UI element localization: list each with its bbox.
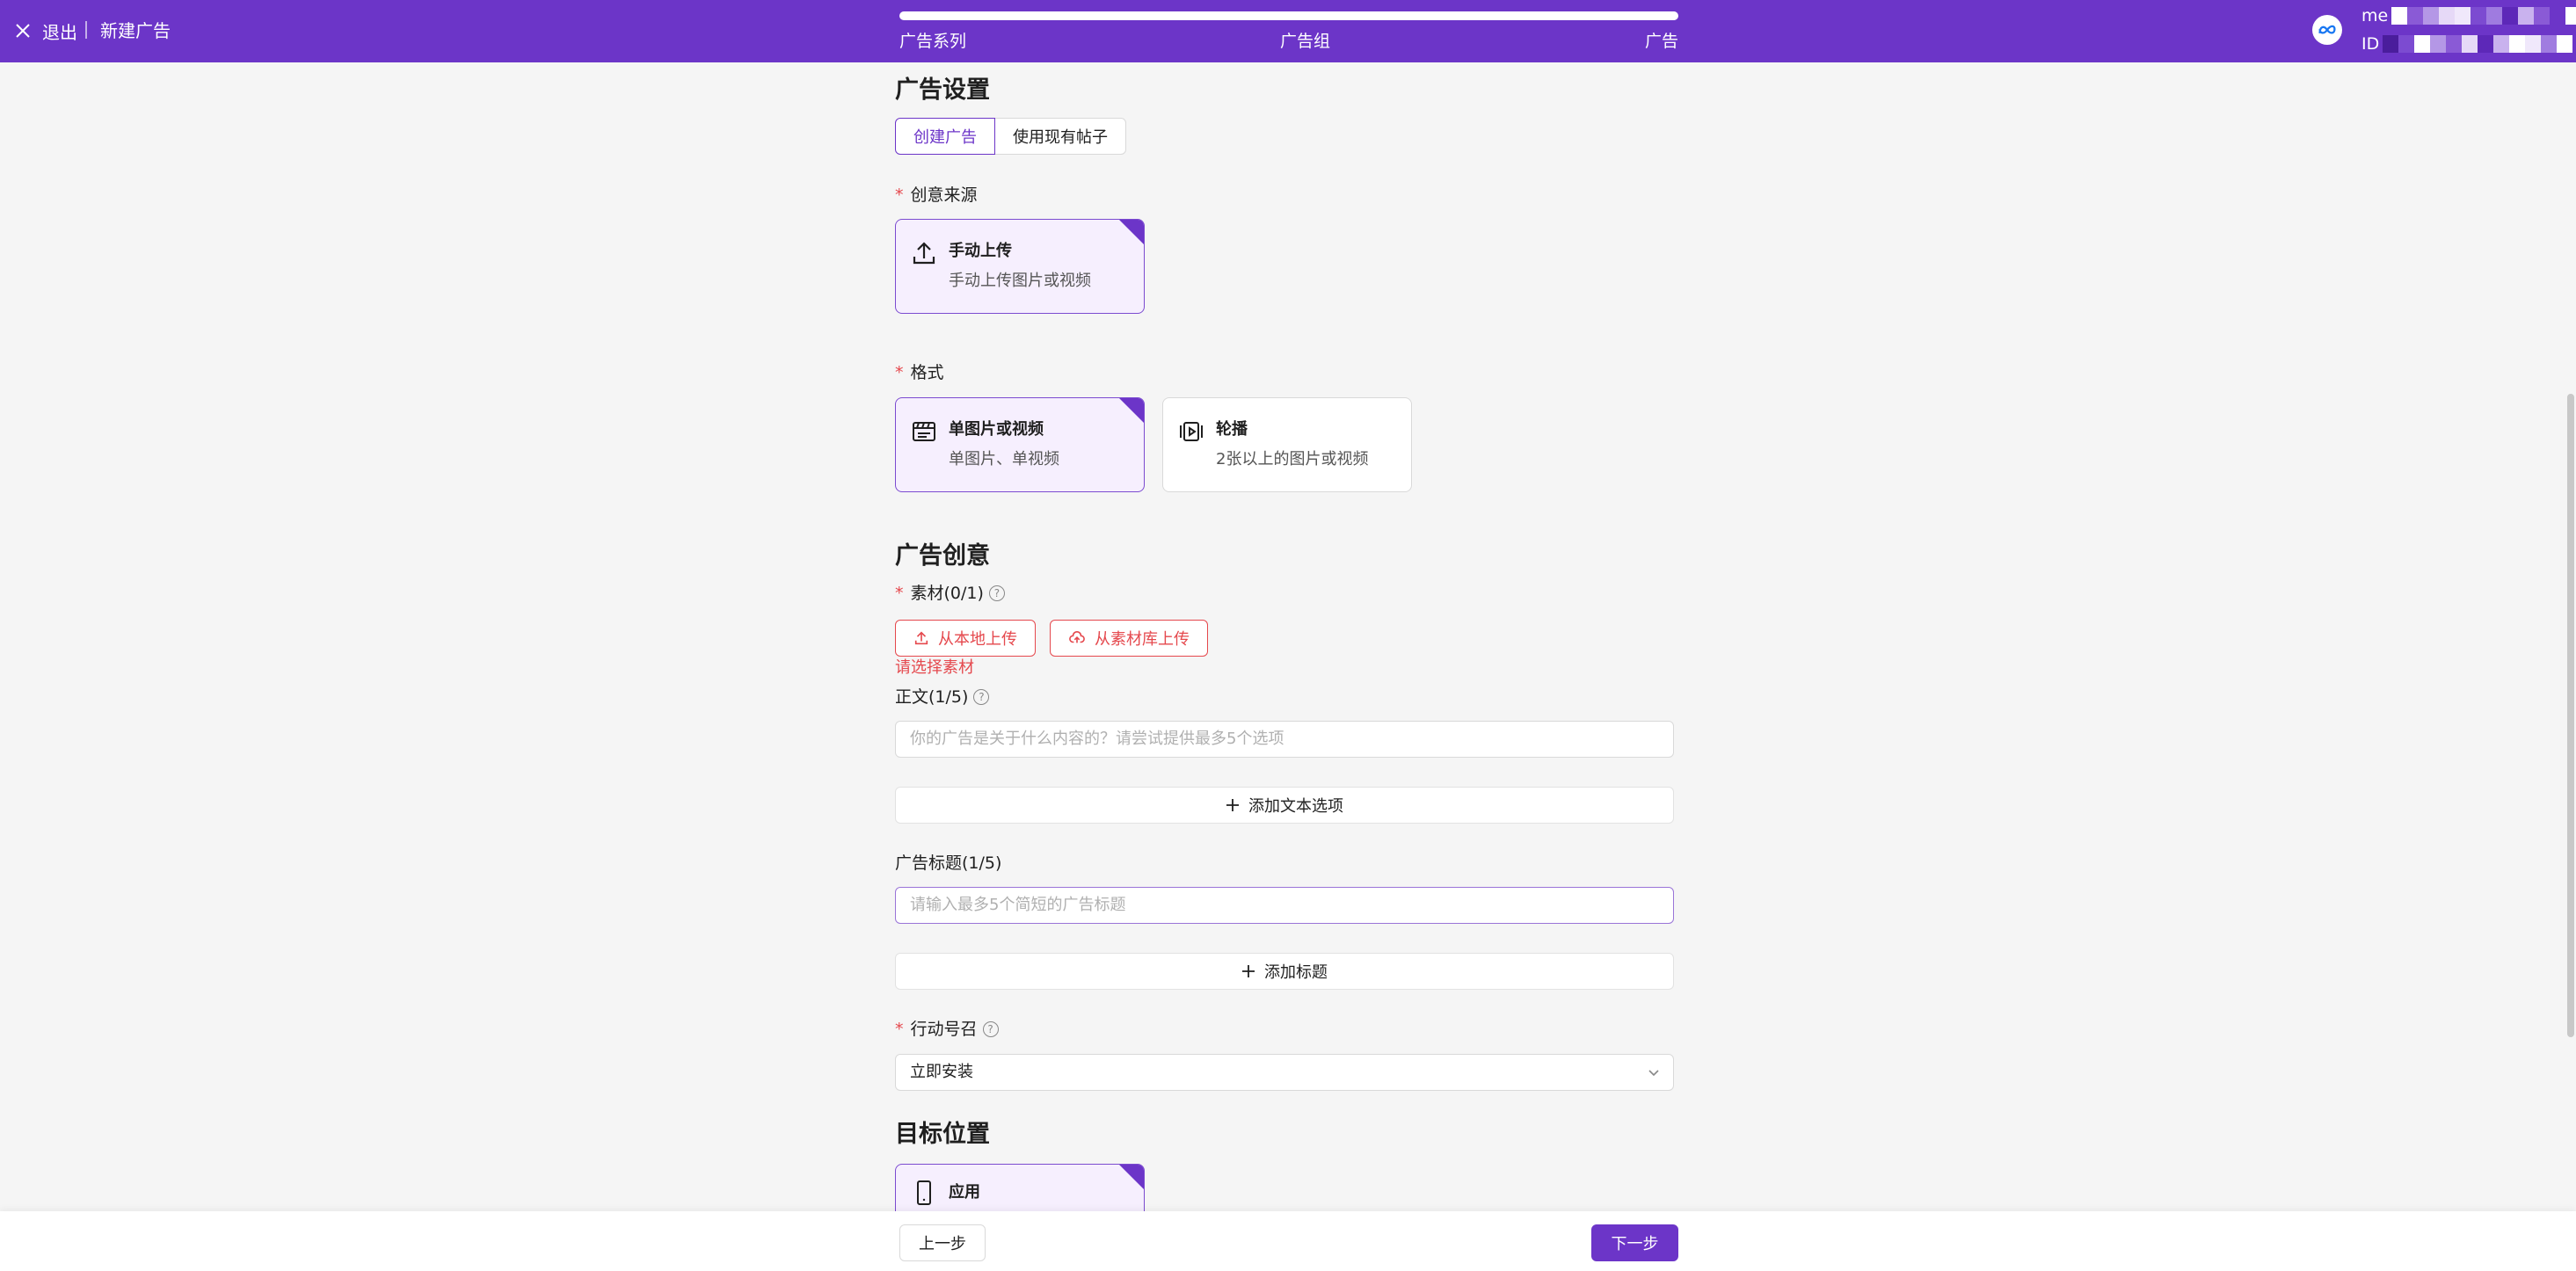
account-name: me [2361, 6, 2389, 25]
format-single-card[interactable]: 单图片或视频 单图片、单视频 [895, 397, 1145, 492]
card-title: 应用 [949, 1183, 980, 1202]
cloud-upload-icon [1069, 631, 1085, 643]
step-ad[interactable]: 广告 [1645, 30, 1678, 53]
body-text-label: 正文(1/5) ? [895, 685, 990, 709]
tab-use-existing-post[interactable]: 使用现有帖子 [995, 118, 1126, 155]
material-label: * 素材(0/1) ? [895, 581, 1005, 606]
exit-label: 退出 [42, 21, 77, 43]
creative-source-label: * 创意来源 [895, 183, 978, 207]
account-id: ID [2361, 34, 2380, 54]
headline-input[interactable]: 请输入最多5个简短的广告标题 [895, 887, 1674, 924]
required-mark: * [895, 1020, 904, 1039]
required-mark: * [895, 185, 904, 205]
meta-logo-icon [2312, 15, 2342, 45]
help-icon[interactable]: ? [973, 689, 990, 705]
divider [85, 21, 87, 39]
headline-label: 广告标题(1/5) [895, 853, 1002, 873]
help-icon[interactable]: ? [988, 585, 1005, 601]
plus-icon [1242, 965, 1255, 977]
section-title-ad-creative: 广告创意 [895, 542, 990, 570]
cta-select[interactable]: 立即安装 [895, 1054, 1674, 1091]
account-switcher[interactable]: me ID [2361, 2, 2576, 58]
tab-create-ad[interactable]: 创建广告 [895, 118, 995, 155]
carousel-icon [1180, 422, 1203, 441]
plus-icon [1226, 799, 1239, 811]
image-video-icon [913, 422, 935, 441]
step-adset[interactable]: 广告组 [1280, 30, 1330, 53]
body-text-input[interactable]: 你的广告是关于什么内容的？请尝试提供最多5个选项 [895, 721, 1674, 758]
previous-step-button[interactable]: 上一步 [899, 1224, 986, 1261]
selected-indicator [1119, 398, 1144, 423]
mobile-phone-icon [917, 1180, 931, 1205]
format-carousel-card[interactable]: 轮播 2张以上的图片或视频 [1162, 397, 1412, 492]
redacted-account-id [2383, 35, 2573, 53]
page-title: 新建广告 [100, 20, 171, 41]
footer-bar: 上一步 下一步 [0, 1211, 2576, 1271]
step-campaign[interactable]: 广告系列 [899, 30, 966, 53]
selected-indicator [1119, 220, 1144, 244]
material-error-message: 请选择素材 [895, 658, 974, 677]
card-title: 单图片或视频 [949, 420, 1044, 439]
upload-library-button[interactable]: 从素材库上传 [1050, 620, 1208, 657]
help-icon[interactable]: ? [982, 1021, 999, 1037]
exit-button[interactable]: 退出 [14, 16, 77, 46]
close-icon [16, 24, 30, 38]
chevron-down-icon [1648, 1070, 1659, 1077]
required-mark: * [895, 363, 904, 382]
section-title-ad-settings: 广告设置 [895, 76, 990, 104]
card-title: 手动上传 [949, 242, 1012, 260]
next-step-button[interactable]: 下一步 [1591, 1224, 1678, 1261]
required-mark: * [895, 584, 904, 603]
ad-creation-mode-toggle: 创建广告 使用现有帖子 [895, 118, 1126, 155]
page-scrollbar[interactable] [2567, 394, 2574, 1037]
upload-icon [913, 242, 935, 265]
section-title-destination: 目标位置 [895, 1121, 990, 1148]
upload-local-button[interactable]: 从本地上传 [895, 620, 1036, 657]
progress-bar [899, 11, 1678, 20]
top-bar: 退出 新建广告 广告系列 广告组 广告 me ID [0, 0, 2576, 62]
card-description: 单图片、单视频 [949, 450, 1059, 468]
creative-source-manual-upload-card[interactable]: 手动上传 手动上传图片或视频 [895, 219, 1145, 314]
card-title: 轮播 [1216, 420, 1248, 439]
selected-indicator [1119, 1165, 1144, 1189]
cta-label: * 行动号召 ? [895, 1017, 999, 1042]
redacted-account-name [2391, 7, 2576, 25]
upload-icon [914, 631, 928, 645]
format-label: * 格式 [895, 360, 944, 385]
add-headline-button[interactable]: 添加标题 [895, 953, 1674, 990]
add-text-option-button[interactable]: 添加文本选项 [895, 787, 1674, 824]
card-description: 手动上传图片或视频 [949, 272, 1091, 290]
card-description: 2张以上的图片或视频 [1216, 450, 1369, 468]
